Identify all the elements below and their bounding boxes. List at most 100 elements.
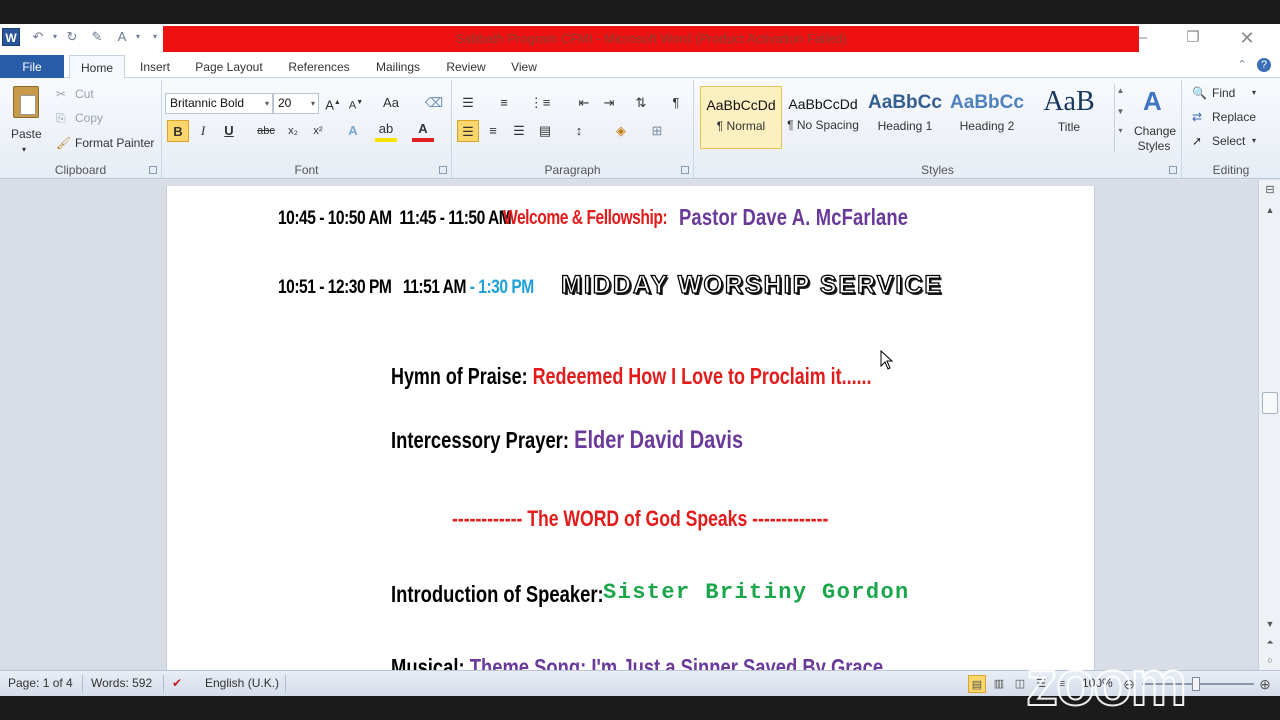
tab-home[interactable]: Home [69, 55, 125, 80]
find-dropdown-icon[interactable]: ▾ [1252, 85, 1256, 101]
increase-indent-icon[interactable]: ⇥ [598, 92, 620, 114]
change-styles-icon[interactable]: A [1143, 86, 1162, 117]
minimize-icon[interactable]: – [1128, 28, 1158, 48]
styles-scroll-down-icon[interactable]: ▼ [1115, 107, 1126, 116]
text-effects-icon[interactable]: A [114, 28, 130, 46]
justify-icon[interactable]: ▤ [534, 120, 556, 142]
clear-formatting-icon[interactable]: ⌫ [423, 92, 445, 114]
tab-insert[interactable]: Insert [132, 55, 178, 79]
superscript-icon[interactable]: x² [307, 120, 329, 142]
paragraph-launcher-icon[interactable] [681, 166, 689, 174]
style-heading-2[interactable]: AaBbCc Heading 2 [946, 86, 1028, 149]
bullets-icon[interactable]: ☰ [457, 92, 479, 114]
format-painter-button[interactable]: Format Painter [75, 135, 154, 151]
highlight-icon[interactable]: ab [375, 120, 397, 142]
zoom-in-icon[interactable]: ⊕ [1256, 675, 1274, 693]
align-left-icon[interactable]: ☰ [457, 120, 479, 142]
paste-icon[interactable] [13, 86, 39, 118]
show-formatting-icon[interactable]: ¶ [665, 92, 687, 114]
grow-font-icon[interactable]: A▲ [322, 92, 344, 114]
change-styles-button[interactable]: Change Styles [1134, 124, 1176, 154]
multilevel-list-icon[interactable]: ⋮≡ [529, 92, 551, 114]
ruler-toggle-icon[interactable]: ⊟ [1262, 182, 1278, 198]
replace-button[interactable]: Replace [1212, 109, 1256, 125]
quick-edit-icon[interactable]: ✎ [89, 28, 105, 46]
previous-page-icon[interactable]: ⏶ [1262, 634, 1278, 650]
tab-references[interactable]: References [280, 55, 358, 79]
shrink-font-icon[interactable]: A▼ [345, 92, 367, 114]
browse-object-icon[interactable]: ○ [1262, 652, 1278, 668]
paste-dropdown-icon[interactable]: ▾ [22, 142, 26, 158]
find-icon[interactable]: 🔍 [1192, 85, 1207, 101]
restore-icon[interactable]: ❐ [1178, 28, 1208, 48]
styles-more-icon[interactable]: ▾ [1115, 126, 1126, 135]
word-app-icon[interactable]: W [2, 28, 20, 46]
undo-dropdown-icon[interactable]: ▾ [47, 28, 63, 46]
tab-view[interactable]: View [503, 55, 545, 79]
select-dropdown-icon[interactable]: ▾ [1252, 133, 1256, 149]
print-layout-icon[interactable]: ▤ [968, 675, 986, 693]
strikethrough-icon[interactable]: abc [255, 120, 277, 142]
help-icon[interactable]: ? [1257, 58, 1271, 72]
tab-page-layout[interactable]: Page Layout [188, 55, 270, 79]
select-button[interactable]: Select [1212, 133, 1245, 149]
numbering-icon[interactable]: ≡ [493, 92, 515, 114]
subscript-icon[interactable]: x₂ [282, 120, 304, 142]
font-size-dropdown-icon[interactable]: ▾ [311, 94, 315, 113]
cut-button[interactable]: Cut [75, 86, 94, 102]
copy-icon[interactable]: ⎘ [56, 110, 66, 126]
align-right-icon[interactable]: ☰ [508, 120, 530, 142]
format-painter-icon[interactable]: 🖌 [56, 135, 71, 151]
change-case-icon[interactable]: Aa [380, 92, 402, 114]
shading-icon[interactable]: ◈ [610, 120, 632, 142]
select-icon[interactable]: ➚ [1192, 133, 1202, 149]
underline-icon[interactable]: U [218, 120, 240, 142]
cut-icon[interactable]: ✂ [56, 86, 66, 102]
tab-review[interactable]: Review [439, 55, 493, 79]
clipboard-launcher-icon[interactable] [149, 166, 157, 174]
style-heading-1[interactable]: AaBbCc Heading 1 [864, 86, 946, 149]
decrease-indent-icon[interactable]: ⇤ [573, 92, 595, 114]
font-color-icon[interactable]: A [412, 120, 434, 142]
document-page[interactable]: 10:45 - 10:50 AM 11:45 - 11:50 AM Welcom… [166, 186, 1095, 670]
ribbon-collapse-icon[interactable]: ⌃ [1235, 58, 1249, 72]
full-screen-reading-icon[interactable]: ▥ [990, 675, 1008, 693]
vertical-scrollbar[interactable]: ⊟ ▲ ▼ ⏶ ○ [1258, 180, 1280, 670]
text-effects-icon[interactable]: A [342, 120, 364, 142]
scroll-thumb[interactable] [1262, 392, 1278, 414]
tab-file[interactable]: File [0, 55, 64, 79]
redo-icon[interactable]: ↻ [64, 28, 80, 46]
qat-more-icon[interactable]: ▾ [147, 28, 163, 46]
style-normal[interactable]: AaBbCcDd ¶ Normal [700, 86, 782, 149]
style-no-spacing[interactable]: AaBbCcDd ¶ No Spacing [782, 86, 864, 149]
styles-scroll-up-icon[interactable]: ▲ [1115, 86, 1126, 95]
font-name-dropdown-icon[interactable]: ▾ [265, 94, 269, 113]
language-indicator[interactable]: English (U.K.) [205, 676, 279, 690]
paste-button[interactable]: Paste [11, 126, 42, 142]
scroll-up-icon[interactable]: ▲ [1262, 202, 1278, 218]
clipboard-group: Paste ▾ ✂ Cut ⎘ Copy 🖌 Format Painter Cl… [0, 80, 162, 178]
qat-customize-icon[interactable]: ▾ [130, 28, 146, 46]
sort-icon[interactable]: ⇅ [630, 92, 652, 114]
italic-icon[interactable]: I [192, 120, 214, 142]
proofing-icon[interactable]: ✔ [172, 676, 182, 690]
word-count[interactable]: Words: 592 [91, 676, 152, 690]
font-launcher-icon[interactable] [439, 166, 447, 174]
styles-launcher-icon[interactable] [1169, 166, 1177, 174]
close-icon[interactable]: ✕ [1232, 28, 1262, 48]
bold-icon[interactable]: B [167, 120, 189, 142]
copy-button[interactable]: Copy [75, 110, 103, 126]
replace-icon[interactable]: ⇄ [1192, 109, 1202, 125]
align-center-icon[interactable]: ≡ [482, 120, 504, 142]
tab-mailings[interactable]: Mailings [368, 55, 428, 79]
scroll-down-icon[interactable]: ▼ [1262, 616, 1278, 632]
undo-icon[interactable]: ↶ [30, 28, 46, 46]
page-count[interactable]: Page: 1 of 4 [8, 676, 73, 690]
font-name-combo[interactable]: Britannic Bold ▾ [165, 93, 273, 114]
zoom-slider-knob[interactable] [1192, 677, 1200, 691]
borders-icon[interactable]: ⊞ [646, 120, 668, 142]
find-button[interactable]: Find [1212, 85, 1235, 101]
line-spacing-icon[interactable]: ↕ [568, 120, 590, 142]
style-title[interactable]: AaB Title [1028, 86, 1110, 149]
font-size-combo[interactable]: 20 ▾ [273, 93, 319, 114]
